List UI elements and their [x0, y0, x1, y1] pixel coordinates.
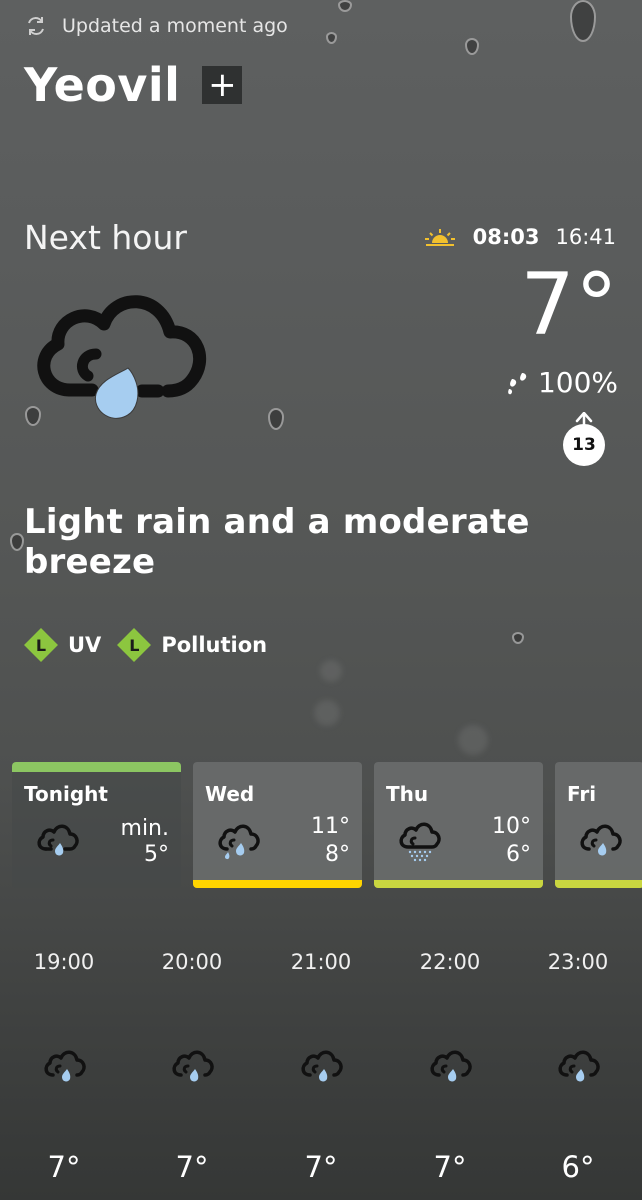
hour-column[interactable]: 20:00 7° — [152, 950, 232, 1184]
precipitation-chance: 100% — [504, 366, 618, 399]
sunrise-time: 08:03 — [472, 225, 540, 249]
rain-blur-decoration — [314, 700, 340, 726]
day-name: Thu — [386, 782, 429, 806]
daily-forecast-strip[interactable]: Tonight min. 5° Wed 11° 8° Thu 10° 6° Fr… — [12, 762, 642, 888]
weather-description: Light rain and a moderate breeze — [24, 502, 530, 582]
updated-text: Updated a moment ago — [62, 15, 288, 37]
pollution-level-badge: L — [117, 628, 152, 662]
light-rain-cloud-icon — [37, 295, 207, 419]
temperature-band-bar — [374, 880, 543, 888]
hour-time: 22:00 — [419, 950, 481, 974]
hour-temperature: 7° — [47, 1150, 81, 1184]
day-card-thu[interactable]: Thu 10° 6° — [374, 762, 543, 888]
raindrop-decoration — [338, 0, 352, 12]
hour-time: 23:00 — [547, 950, 609, 974]
day-name: Fri — [567, 782, 597, 806]
hour-time: 20:00 — [161, 950, 223, 974]
light-rain-cloud-icon — [44, 1050, 86, 1082]
day-high: 10° — [492, 814, 531, 839]
hour-temperature: 7° — [433, 1150, 467, 1184]
day-card-tonight[interactable]: Tonight min. 5° — [12, 762, 181, 888]
light-rain-cloud-icon — [580, 824, 622, 856]
raindrops-icon — [508, 372, 527, 394]
day-name: Wed — [205, 782, 255, 806]
hour-temperature: 7° — [175, 1150, 209, 1184]
location-name: Yeovil — [24, 58, 181, 112]
day-high: min. — [120, 816, 169, 841]
add-location-button[interactable]: + — [202, 65, 243, 105]
raindrop-decoration — [268, 408, 284, 430]
hour-column[interactable]: 22:00 7° — [410, 950, 490, 1184]
raindrop-decoration — [570, 0, 596, 42]
day-low: 8° — [325, 842, 350, 867]
light-rain-cloud-icon — [430, 1050, 472, 1082]
drizzle-cloud-icon — [399, 822, 441, 862]
hour-temperature: 7° — [304, 1150, 338, 1184]
day-low: 6° — [506, 842, 531, 867]
pollution-level: L — [129, 635, 140, 655]
update-status: Updated a moment ago — [24, 14, 288, 38]
sunrise-icon — [424, 229, 455, 246]
pollution-label: Pollution — [161, 633, 268, 657]
uv-level-badge: L — [24, 628, 58, 662]
hour-column[interactable]: 23:00 6° — [538, 950, 618, 1184]
uv-label: UV — [68, 633, 102, 657]
wind-indicator: 13 — [563, 412, 605, 466]
environment-indices: L UV L Pollution — [24, 628, 273, 662]
temperature-band-bar — [555, 880, 642, 888]
day-card-wed[interactable]: Wed 11° 8° — [193, 762, 362, 888]
light-rain-cloud-icon — [172, 1050, 214, 1082]
wind-speed: 13 — [563, 424, 605, 466]
sunset-time: 16:41 — [555, 225, 616, 249]
uv-index[interactable]: L UV — [24, 628, 101, 662]
raindrop-decoration — [465, 38, 479, 55]
light-rain-cloud-icon — [218, 824, 260, 860]
hour-time: 19:00 — [33, 950, 95, 974]
temperature-band-bar — [193, 880, 362, 888]
day-low: 5° — [144, 842, 169, 867]
day-high: 11° — [311, 814, 350, 839]
hour-column[interactable]: 21:00 7° — [281, 950, 361, 1184]
uv-level: L — [35, 635, 47, 655]
precipitation-value: 100% — [537, 366, 618, 399]
rain-blur-decoration — [458, 725, 488, 755]
day-card-fri[interactable]: Fri — [555, 762, 642, 888]
current-temperature: 7° — [520, 255, 618, 355]
hour-temperature: 6° — [561, 1150, 595, 1184]
next-hour-heading: Next hour — [24, 218, 187, 257]
location-header: Yeovil + — [24, 58, 243, 112]
sun-times: 08:03 16:41 — [423, 225, 616, 249]
pollution-index[interactable]: L Pollution — [117, 628, 267, 662]
plus-icon: + — [208, 65, 237, 105]
refresh-icon[interactable] — [24, 14, 48, 38]
light-rain-cloud-icon — [37, 824, 79, 856]
rain-blur-decoration — [320, 660, 342, 682]
light-rain-cloud-icon — [558, 1050, 600, 1082]
raindrop-decoration — [512, 632, 524, 644]
hour-column[interactable]: 19:00 7° — [24, 950, 104, 1184]
raindrop-decoration — [326, 32, 337, 44]
hour-time: 21:00 — [290, 950, 352, 974]
raindrop-decoration — [10, 533, 24, 551]
light-rain-cloud-icon — [301, 1050, 343, 1082]
day-name: Tonight — [24, 782, 108, 806]
